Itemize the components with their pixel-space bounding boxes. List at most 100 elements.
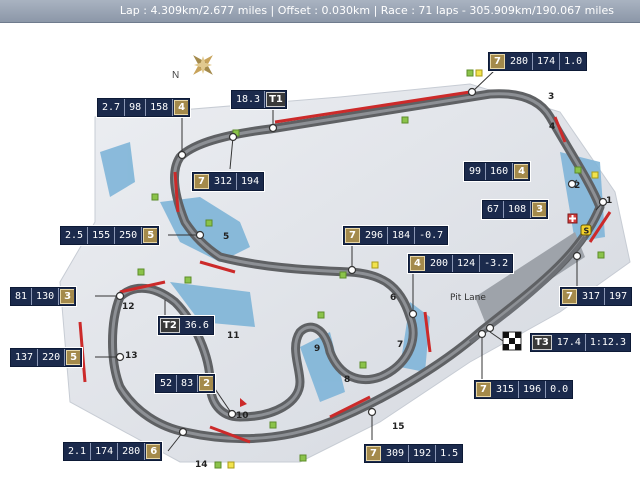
checkered-flag-square [515, 344, 521, 350]
info-box-turn5: 2.5 155 250 5 [60, 226, 160, 245]
marshal-post [205, 219, 213, 227]
marshal-post [466, 69, 474, 77]
info-box-turn4-top: 2.7 98 158 4 [97, 98, 191, 117]
speed-value: 280 [118, 443, 146, 460]
flag-post [371, 261, 379, 269]
speed-value: 160 [486, 163, 514, 180]
circuit-map: N S 1 2 3 4 5 6 7 8 9 10 11 12 13 14 15 … [0, 22, 640, 486]
gear-badge: 7 [194, 174, 209, 189]
turn-number: 5 [223, 232, 229, 242]
node-dot [177, 150, 187, 160]
speed-value: 317 [578, 288, 606, 305]
speed-value: 194 [241, 176, 260, 187]
info-box-turn3: 7 280 174 1.0 [488, 52, 588, 71]
speed-value: 200 [426, 255, 454, 272]
speed-value: 312 [210, 173, 238, 190]
node-dot [347, 265, 357, 275]
marshal-post [269, 421, 277, 429]
marshal-post [317, 311, 325, 319]
header-bar: Lap : 4.309km/2.677 miles | Offset : 0.0… [0, 0, 640, 23]
info-box-turn14: 2.1 174 280 6 [63, 442, 163, 461]
gforce-value: 1.0 [564, 56, 583, 67]
gear-badge: 7 [366, 446, 381, 461]
speed-value: 98 [125, 99, 147, 116]
gear-badge: 2 [199, 376, 214, 391]
marshal-post [339, 271, 347, 279]
node-dot [195, 230, 205, 240]
s-badge: S [580, 224, 592, 236]
speed-value: 174 [533, 53, 561, 70]
gear-badge: 7 [490, 54, 505, 69]
marshal-post [574, 166, 582, 174]
turn-number: 7 [397, 340, 403, 350]
speed-value: 158 [146, 99, 174, 116]
marshal-post [299, 454, 307, 462]
speed-value: 124 [453, 255, 481, 272]
delta-value: -0.7 [419, 230, 444, 241]
checkered-flag-icon [502, 331, 522, 351]
node-dot [367, 407, 377, 417]
speed-value: 280 [506, 53, 534, 70]
speed-value: 220 [38, 349, 66, 366]
turn-number: 8 [344, 375, 350, 385]
turn-number: 1 [606, 196, 612, 206]
track-info-text: Lap : 4.309km/2.677 miles | Offset : 0.0… [119, 4, 614, 17]
gforce-value: 2.1 [64, 443, 92, 460]
speed-value: 137 [11, 349, 39, 366]
info-box-turn15: 7 315 196 0.0 [474, 380, 574, 399]
s-badge-label: S [584, 227, 590, 236]
gear-badge: 4 [410, 256, 425, 271]
info-box-turn7: 4 200 124 -3.2 [408, 254, 514, 273]
sector-time-t3: T3 17.4 1:12.3 [530, 333, 631, 352]
sector-label: T2 [160, 318, 180, 333]
info-box-turn2: 99 160 4 [464, 162, 531, 181]
medical-cross-icon [567, 213, 578, 224]
info-box-turn12: 81 130 3 [10, 287, 77, 306]
info-box-turn10: 52 83 2 [155, 374, 216, 393]
speed-value: 184 [388, 227, 416, 244]
marshal-post [597, 251, 605, 259]
sector-label: T1 [266, 92, 285, 107]
gear-badge: 5 [66, 350, 81, 365]
speed-value: 174 [91, 443, 119, 460]
gforce-value: 2.7 [98, 99, 126, 116]
compass-star [194, 62, 212, 68]
turn-number: 4 [549, 122, 555, 132]
marshal-post [184, 276, 192, 284]
gforce-value: 2.5 [61, 227, 89, 244]
marshal-post [401, 116, 409, 124]
turn-number: 9 [314, 344, 320, 354]
info-box-turn4: 7 312 194 [192, 172, 265, 191]
speed-value: 197 [609, 291, 628, 302]
node-dot [268, 123, 278, 133]
node-dot [477, 329, 487, 339]
turn-number: 2 [574, 181, 580, 191]
turn-number: 10 [236, 411, 249, 421]
checkered-flag-square [515, 332, 521, 338]
sector-label: T3 [532, 335, 552, 350]
sector-time-value: 17.4 [553, 334, 586, 351]
speed-value: 309 [382, 445, 410, 462]
sector-time-t1: 18.3 T1 [231, 90, 287, 109]
node-dot [227, 409, 237, 419]
turn-number: 3 [548, 92, 554, 102]
speed-value: 52 [156, 375, 178, 392]
speed-value: 196 [519, 381, 547, 398]
node-dot [485, 323, 495, 333]
sector-time-value: 36.6 [184, 320, 209, 331]
compass-north-label: N [172, 70, 179, 81]
gear-badge: 5 [143, 228, 158, 243]
turn-number: 6 [390, 293, 396, 303]
gear-badge: 7 [345, 228, 360, 243]
speed-value: 192 [409, 445, 437, 462]
sector-time-value: 18.3 [232, 91, 266, 108]
marshal-post [151, 193, 159, 201]
marshal-post [137, 268, 145, 276]
gear-badge: 4 [514, 164, 529, 179]
flag-post [227, 461, 235, 469]
gear-badge: 3 [60, 289, 75, 304]
turn-number: 11 [227, 331, 240, 341]
gear-badge: 4 [174, 100, 189, 115]
delta-value: 0.0 [550, 384, 569, 395]
checkered-flag-square [503, 332, 509, 338]
